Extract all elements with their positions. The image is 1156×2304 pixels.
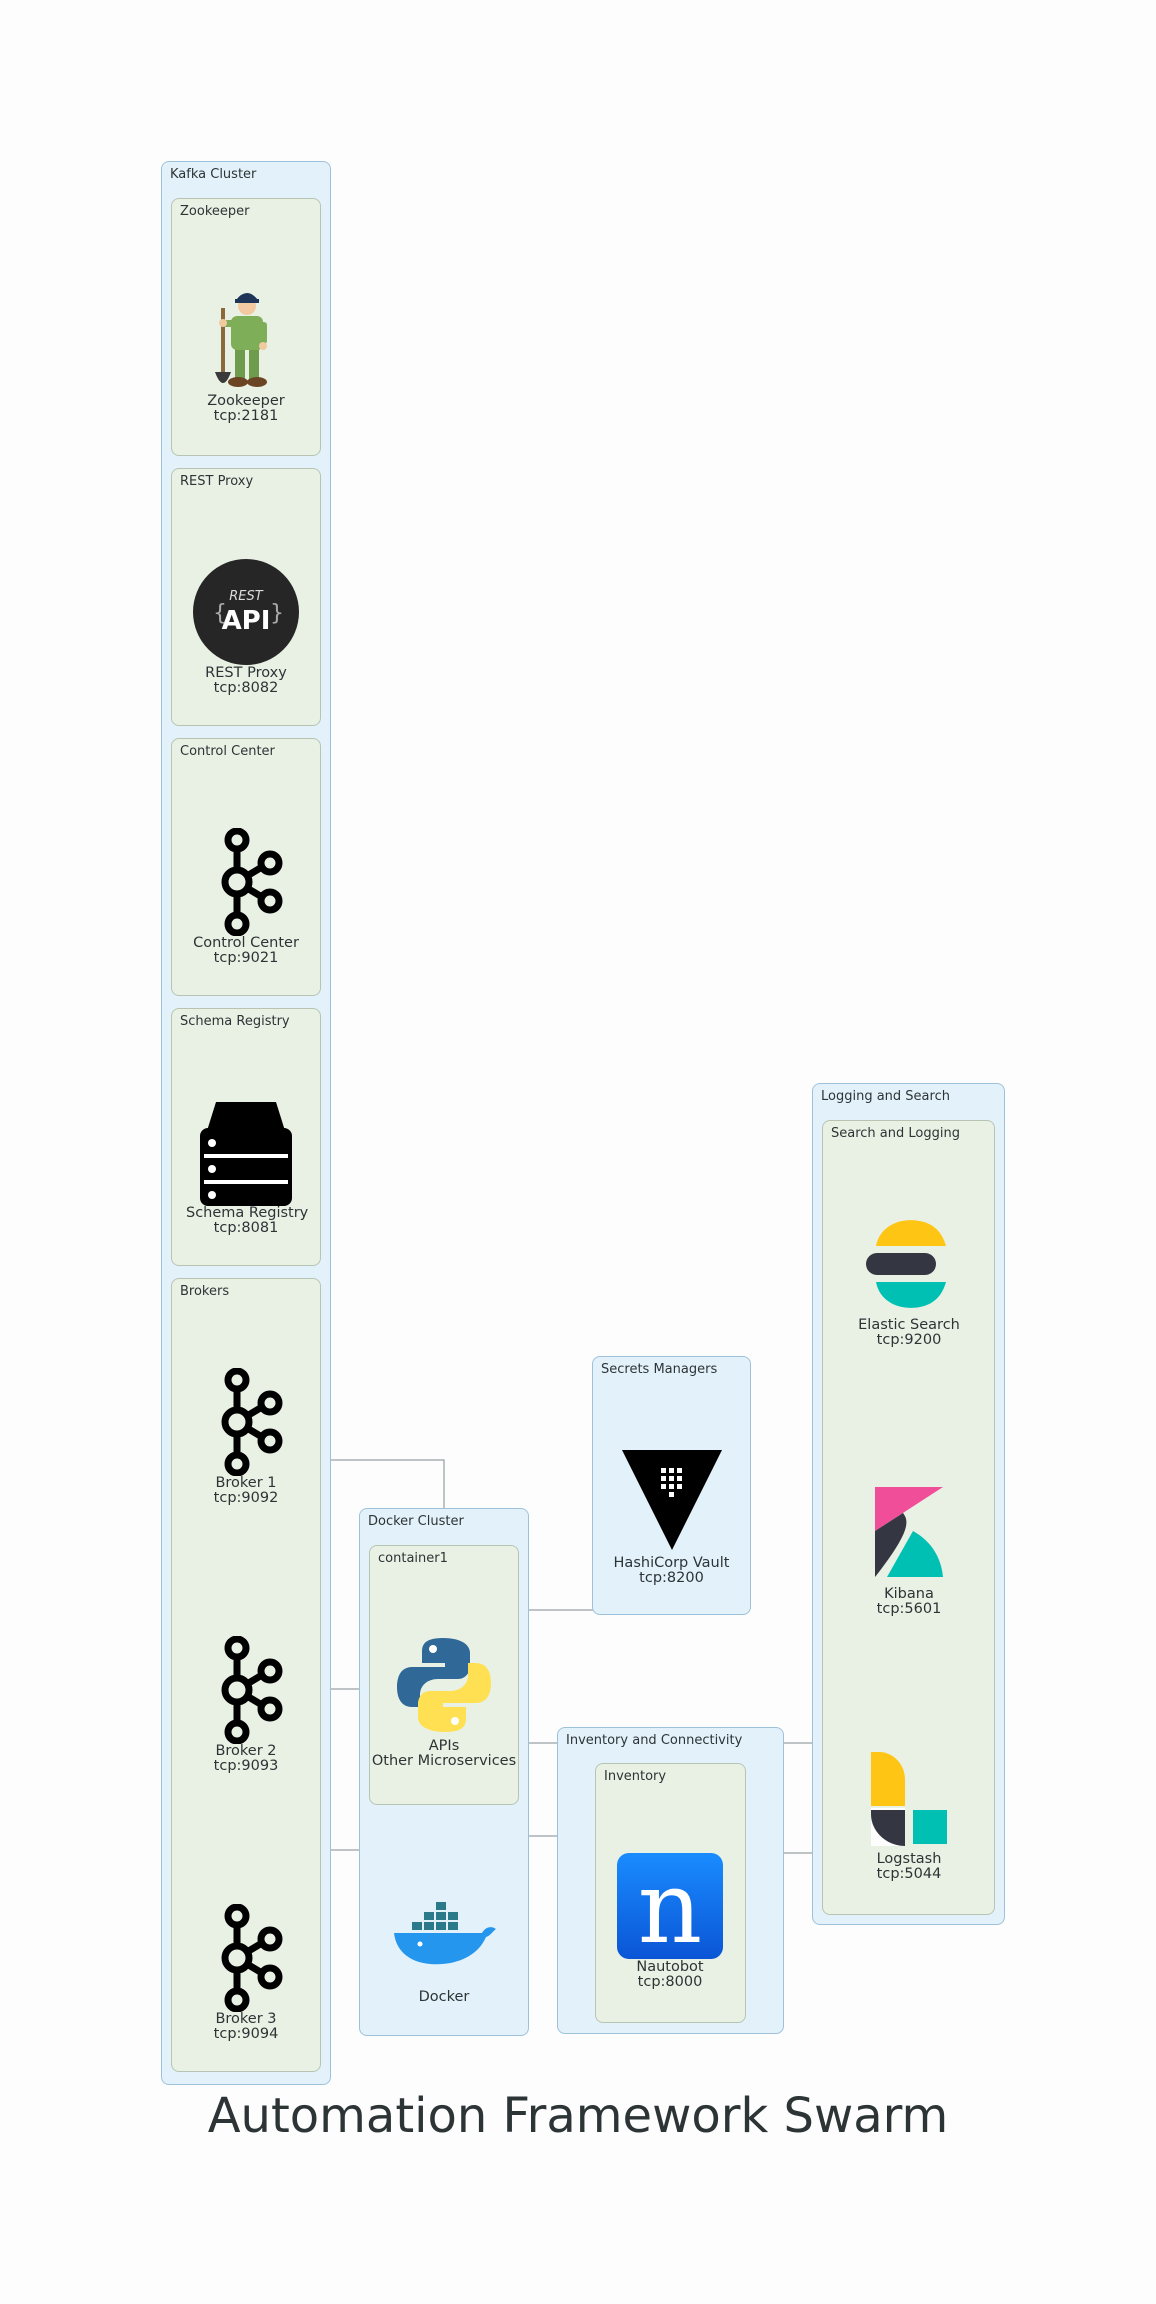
search-logging-label: Search and Logging <box>831 1126 960 1141</box>
container1-group-label: container1 <box>378 1551 448 1566</box>
kibana-node-port: tcp:5601 <box>876 1601 942 1617</box>
kafka-cluster-label: Kafka Cluster <box>170 167 257 182</box>
svg-text:{: { <box>213 601 227 626</box>
broker1-node-name: Broker 1 <box>215 1475 277 1491</box>
docker-cluster-label: Docker Cluster <box>368 1514 464 1529</box>
logging-search-label: Logging and Search <box>821 1089 950 1104</box>
kafka-icon <box>221 828 283 936</box>
apis-node-sub: Other Microservices <box>371 1753 517 1769</box>
schema-registry-group-label: Schema Registry <box>180 1014 290 1029</box>
rest-proxy-node-name: REST Proxy <box>205 665 287 681</box>
broker3-node-port: tcp:9094 <box>213 2026 279 2042</box>
kafka-icon <box>221 1368 283 1476</box>
elasticsearch-icon <box>866 1220 946 1308</box>
kafka-icon <box>221 1636 283 1744</box>
logstash-node-name: Logstash <box>876 1851 942 1867</box>
broker3-node[interactable]: Broker 3 tcp:9094 <box>186 1904 306 2042</box>
broker1-node-port: tcp:9092 <box>213 1490 279 1506</box>
apis-node[interactable]: APIs Other Microservices <box>364 1635 524 1769</box>
rest-badge-big: API <box>222 606 271 636</box>
nautobot-letter: n <box>638 1852 702 1960</box>
database-stack-icon <box>200 1102 292 1206</box>
kibana-icon <box>875 1487 943 1577</box>
secrets-managers-label: Secrets Managers <box>601 1362 718 1377</box>
control-center-group-label: Control Center <box>180 744 275 759</box>
control-center-node[interactable]: Control Center tcp:9021 <box>186 828 306 966</box>
rest-badge-small: REST <box>229 589 263 604</box>
rest-proxy-group-label: REST Proxy <box>180 474 254 489</box>
elastic-node[interactable]: Elastic Search tcp:9200 <box>849 1218 969 1348</box>
elastic-node-port: tcp:9200 <box>876 1332 942 1348</box>
broker3-node-name: Broker 3 <box>215 2011 277 2027</box>
control-center-node-port: tcp:9021 <box>213 950 279 966</box>
vault-icon <box>621 1450 722 1550</box>
inventory-connectivity-label: Inventory and Connectivity <box>566 1733 743 1748</box>
broker1-node[interactable]: Broker 1 tcp:9092 <box>186 1368 306 1506</box>
logstash-node[interactable]: Logstash tcp:5044 <box>849 1752 969 1882</box>
zookeeper-node[interactable]: Zookeeper tcp:2181 <box>186 286 306 424</box>
rest-api-icon: REST API { } <box>193 559 299 665</box>
docker-node-name: Docker <box>418 1989 470 2005</box>
elastic-node-name: Elastic Search <box>858 1317 960 1333</box>
zookeeper-node-port: tcp:2181 <box>213 408 279 424</box>
inventory-group-label: Inventory <box>604 1769 667 1784</box>
kafka-icon <box>221 1904 283 2012</box>
rest-proxy-node-port: tcp:8082 <box>213 680 279 696</box>
nautobot-icon: n <box>617 1852 723 1960</box>
rest-proxy-node[interactable]: REST API { } REST Proxy tcp:8082 <box>186 558 306 696</box>
python-icon <box>397 1638 491 1732</box>
vault-node-name: HashiCorp Vault <box>613 1555 730 1571</box>
page-title: Automation Framework Swarm <box>207 2088 949 2144</box>
schema-registry-node-name: Schema Registry <box>186 1205 309 1221</box>
zookeeper-icon <box>215 293 267 387</box>
broker2-node-name: Broker 2 <box>215 1743 277 1759</box>
vault-node-port: tcp:8200 <box>639 1570 704 1586</box>
schema-registry-node[interactable]: Schema Registry tcp:8081 <box>186 1098 309 1236</box>
kibana-node[interactable]: Kibana tcp:5601 <box>849 1485 969 1617</box>
svg-text:}: } <box>270 601 284 626</box>
broker2-node-port: tcp:9093 <box>213 1758 279 1774</box>
zookeeper-node-name: Zookeeper <box>207 393 285 409</box>
docker-node[interactable]: Docker <box>384 1900 504 2005</box>
nautobot-node-port: tcp:8000 <box>637 1974 703 1990</box>
docker-whale-icon <box>394 1902 496 1965</box>
nautobot-node[interactable]: n Nautobot tcp:8000 <box>610 1852 730 1990</box>
brokers-group-label: Brokers <box>180 1284 230 1299</box>
vault-node[interactable]: HashiCorp Vault tcp:8200 <box>602 1448 741 1586</box>
logstash-node-port: tcp:5044 <box>876 1866 942 1882</box>
logstash-icon <box>871 1752 947 1846</box>
control-center-node-name: Control Center <box>193 935 299 951</box>
zookeeper-group-label: Zookeeper <box>180 204 250 219</box>
broker2-node[interactable]: Broker 2 tcp:9093 <box>186 1636 306 1774</box>
nautobot-node-name: Nautobot <box>636 1959 704 1975</box>
schema-registry-node-port: tcp:8081 <box>213 1220 279 1236</box>
kibana-node-name: Kibana <box>884 1586 934 1602</box>
apis-node-name: APIs <box>428 1738 460 1754</box>
